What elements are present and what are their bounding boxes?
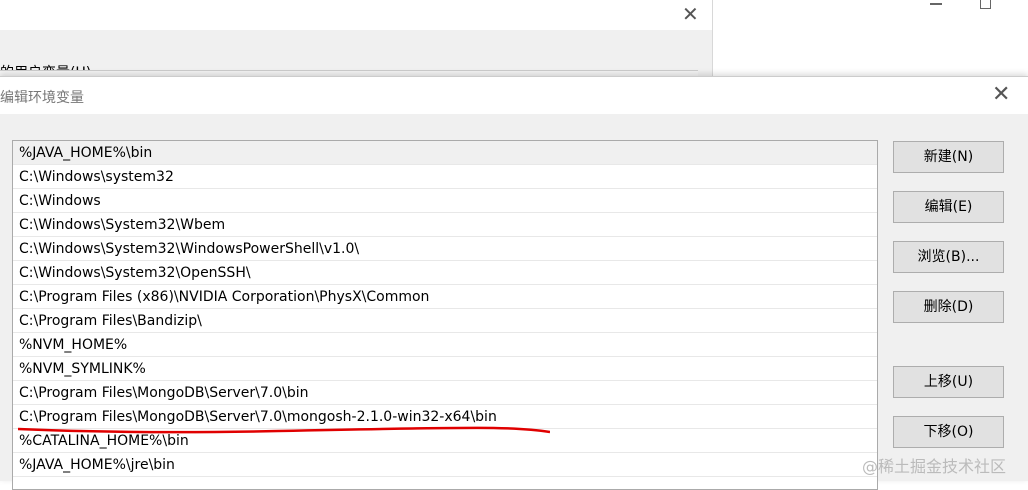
dialog-title-bar: 编辑环境变量 ✕: [0, 77, 1028, 114]
move-up-button[interactable]: 上移(U): [893, 366, 1004, 398]
watermark: @稀土掘金技术社区: [862, 457, 1007, 476]
path-list-item[interactable]: %JAVA_HOME%\bin: [13, 141, 877, 165]
path-list-item[interactable]: C:\Windows\system32: [13, 165, 877, 189]
path-list-item[interactable]: %NVM_HOME%: [13, 333, 877, 357]
delete-button[interactable]: 删除(D): [893, 291, 1004, 323]
path-list-item[interactable]: C:\Windows: [13, 189, 877, 213]
path-list-item[interactable]: C:\Program Files\Bandizip\: [13, 309, 877, 333]
path-list-item[interactable]: C:\Program Files\MongoDB\Server\7.0\bin: [13, 381, 877, 405]
path-list-item[interactable]: C:\Program Files (x86)\NVIDIA Corporatio…: [13, 285, 877, 309]
edit-env-var-dialog: 编辑环境变量 ✕ %JAVA_HOME%\bin C:\Windows\syste…: [0, 76, 1028, 490]
background-close-icon[interactable]: ✕: [682, 2, 699, 26]
move-down-button[interactable]: 下移(O): [893, 416, 1004, 448]
path-list-item[interactable]: %NVM_SYMLINK%: [13, 357, 877, 381]
dialog-title: 编辑环境变量: [0, 90, 84, 106]
background-title-bar: [0, 0, 712, 30]
edit-button[interactable]: 编辑(E): [893, 191, 1004, 223]
browse-button[interactable]: 浏览(B)...: [893, 241, 1004, 273]
path-list-item[interactable]: C:\Windows\System32\OpenSSH\: [13, 261, 877, 285]
new-button[interactable]: 新建(N): [893, 141, 1004, 173]
path-list[interactable]: %JAVA_HOME%\bin C:\Windows\system32 C:\Win…: [12, 140, 878, 490]
maximize-icon[interactable]: [980, 0, 991, 9]
red-underline-annotation: [18, 426, 550, 434]
path-list-item[interactable]: %JAVA_HOME%\jre\bin: [13, 453, 877, 477]
minimize-icon[interactable]: [930, 3, 942, 5]
path-list-item[interactable]: C:\Windows\System32\Wbem: [13, 213, 877, 237]
close-icon[interactable]: ✕: [992, 82, 1010, 107]
path-list-item[interactable]: C:\Windows\System32\WindowsPowerShell\v1…: [13, 237, 877, 261]
